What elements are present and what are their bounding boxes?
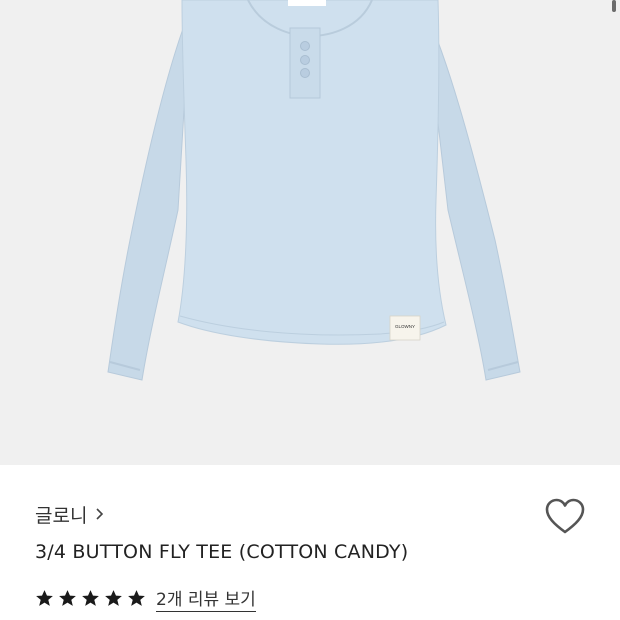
product-detail-screen: GLOWNY 글로니 3/4 BUTTON FLY TEE (COTTON CA… bbox=[0, 0, 620, 620]
product-image[interactable]: GLOWNY bbox=[0, 0, 620, 465]
tee-illustration: GLOWNY bbox=[107, 0, 521, 381]
chevron-right-icon bbox=[96, 508, 104, 520]
garment-tag: GLOWNY bbox=[395, 324, 415, 329]
star-rating bbox=[35, 589, 146, 608]
product-title: 3/4 BUTTON FLY TEE (COTTON CANDY) bbox=[35, 541, 409, 563]
scroll-indicator[interactable] bbox=[612, 0, 616, 12]
rating-row: 2개 리뷰 보기 bbox=[35, 585, 256, 612]
star-filled-icon bbox=[82, 589, 99, 606]
brand-name: 글로니 bbox=[35, 504, 88, 527]
product-info: 글로니 3/4 BUTTON FLY TEE (COTTON CANDY) 2개… bbox=[0, 465, 620, 620]
star-filled-icon bbox=[128, 589, 145, 606]
review-link[interactable]: 2개 리뷰 보기 bbox=[156, 585, 256, 612]
star-filled-icon bbox=[105, 589, 122, 606]
star-filled-icon bbox=[36, 589, 53, 606]
brand-link[interactable]: 글로니 bbox=[35, 501, 105, 527]
heart-outline-icon[interactable] bbox=[544, 497, 586, 537]
star-filled-icon bbox=[59, 589, 76, 606]
